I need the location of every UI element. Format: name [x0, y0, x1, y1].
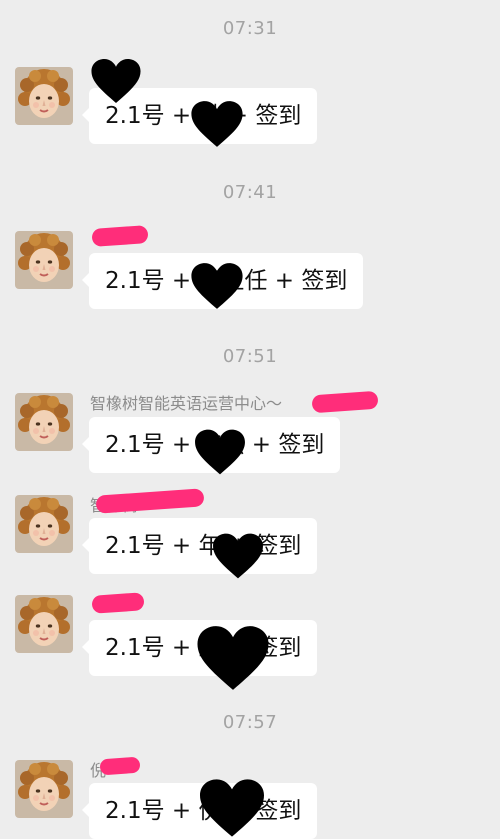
avatar[interactable]	[15, 495, 73, 553]
avatar[interactable]	[15, 393, 73, 451]
message-bubble[interactable]: 2.1号 + 李杰 + 签到	[81, 417, 341, 473]
message-bubble[interactable]: 2.1号 + 姚 + 签到	[81, 88, 318, 144]
avatar-portrait-icon	[15, 495, 73, 553]
avatar[interactable]	[15, 231, 73, 289]
sender-name: 智橡树智能英语运营中心～	[90, 394, 283, 413]
timestamp: 07:31	[222, 18, 278, 39]
message-text: 2.1号 + 姚 + 签到	[105, 103, 302, 129]
name-redaction	[311, 390, 379, 414]
message-text: 2.1号 + 王 + 签到	[105, 635, 302, 661]
name-redaction	[91, 225, 149, 247]
avatar[interactable]	[15, 67, 73, 125]
message-bubble[interactable]: 2.1号 + 王 + 签到	[81, 620, 318, 676]
avatar-portrait-icon	[15, 231, 73, 289]
message-bubble[interactable]: 2.1号 + 班主任 + 签到	[81, 253, 364, 309]
avatar-portrait-icon	[15, 595, 73, 653]
message-text: 2.1号 + 李杰 + 签到	[105, 432, 325, 458]
avatar-portrait-icon	[15, 67, 73, 125]
timestamp: 07:57	[222, 712, 278, 733]
message-bubble[interactable]: 2.1号 + 年 + 签到	[81, 518, 318, 574]
timestamp: 07:41	[222, 182, 278, 203]
avatar-portrait-icon	[15, 760, 73, 818]
message-text: 2.1号 + 年 + 签到	[105, 533, 302, 559]
avatar[interactable]	[15, 760, 73, 818]
name-redaction	[91, 592, 145, 614]
name-redaction	[99, 756, 141, 776]
message-bubble[interactable]: 2.1号 + 倪 + 签到	[81, 783, 318, 839]
avatar-portrait-icon	[15, 393, 73, 451]
message-text: 2.1号 + 倪 + 签到	[105, 798, 302, 824]
message-text: 2.1号 + 班主任 + 签到	[105, 268, 348, 294]
timestamp: 07:51	[222, 346, 278, 367]
avatar[interactable]	[15, 595, 73, 653]
